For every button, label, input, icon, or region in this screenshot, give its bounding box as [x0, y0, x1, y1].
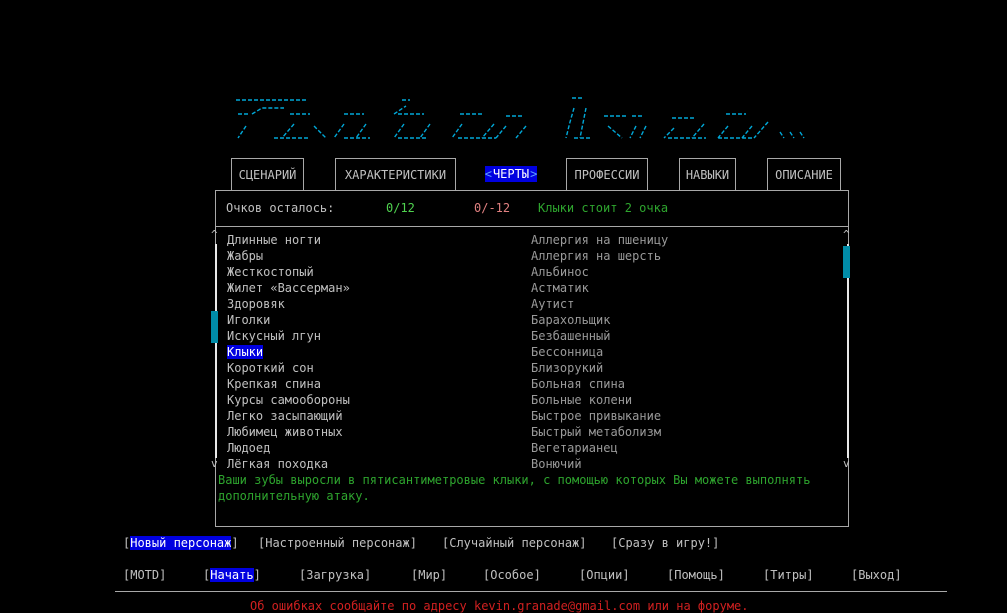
list-item[interactable]: Искусный лгун: [227, 328, 350, 344]
list-item[interactable]: Быстрый метаболизм: [531, 424, 668, 440]
left-scroll-thumb[interactable]: [211, 311, 218, 343]
menu-motd[interactable]: [MOTD]: [123, 568, 166, 582]
tab-label: ХАРАКТЕРИСТИКИ: [344, 168, 447, 182]
tab-arrow-left: <: [484, 166, 492, 182]
new-character-button[interactable]: [Новый персонаж]: [123, 536, 239, 550]
list-item[interactable]: Альбинос: [531, 264, 668, 280]
menu-divider: [115, 591, 947, 592]
trait-cost: Клыки стоит 2 очка: [538, 201, 669, 215]
tab-label: СЦЕНАРИЙ: [238, 168, 297, 182]
list-item[interactable]: Легко засыпающий: [227, 408, 350, 424]
list-item[interactable]: Жесткостопый: [227, 264, 350, 280]
menu-load[interactable]: [Загрузка]: [299, 568, 371, 582]
menu-start[interactable]: [Начать]: [203, 568, 261, 582]
list-item[interactable]: Близорукий: [531, 360, 668, 376]
list-item[interactable]: Бессонница: [531, 344, 668, 360]
list-item[interactable]: Барахольщик: [531, 312, 668, 328]
cataclysm-logo: [236, 97, 805, 139]
list-item[interactable]: Крепкая спина: [227, 376, 350, 392]
trait-description: Ваши зубы выросли в пятисантиметровые кл…: [218, 473, 811, 503]
list-item[interactable]: Любимец животных: [227, 424, 350, 440]
list-item[interactable]: Безбашенный: [531, 328, 668, 344]
list-item[interactable]: Короткий сон: [227, 360, 350, 376]
tab-description[interactable]: ОПИСАНИЕ: [767, 158, 841, 190]
list-item[interactable]: Лёгкая походка: [227, 456, 350, 472]
list-item[interactable]: Вегетарианец: [531, 440, 668, 456]
positive-points: 0/12: [386, 201, 415, 215]
menu-options[interactable]: [Опции]: [579, 568, 630, 582]
tab-traits[interactable]: <ЧЕРТЫ>: [473, 158, 549, 190]
negative-points: 0/-12: [474, 201, 511, 215]
scroll-down-icon[interactable]: v: [843, 457, 850, 470]
menu-credits[interactable]: [Титры]: [763, 568, 814, 582]
tab-label: НАВЫКИ: [685, 168, 730, 182]
menu-exit[interactable]: [Выход]: [851, 568, 902, 582]
tab-label: ОПИСАНИЕ: [775, 168, 833, 182]
tab-label: ПРОФЕССИИ: [574, 168, 640, 182]
random-character-button[interactable]: [Случайный персонаж]: [442, 536, 587, 550]
list-item[interactable]: Иголки: [227, 312, 350, 328]
points-row: Очков осталось: 0/12 0/-12 Клыки стоит 2…: [216, 191, 848, 227]
tab-professions[interactable]: ПРОФЕССИИ: [566, 158, 648, 190]
list-item[interactable]: Людоед: [227, 440, 350, 456]
points-label: Очков осталось:: [226, 201, 335, 215]
tab-scenario[interactable]: СЦЕНАРИЙ: [231, 158, 304, 190]
list-item[interactable]: Вонючий: [531, 456, 668, 472]
list-item-selected[interactable]: Клыки: [227, 344, 350, 360]
scroll-up-icon[interactable]: ^: [211, 228, 218, 241]
list-item[interactable]: Жилет «Вассерман»: [227, 280, 350, 296]
list-item[interactable]: Больные колени: [531, 392, 668, 408]
list-item[interactable]: Аллергия на шерсть: [531, 248, 668, 264]
list-item[interactable]: Астматик: [531, 280, 668, 296]
list-item[interactable]: Курсы самообороны: [227, 392, 350, 408]
list-item[interactable]: Быстрое привыкание: [531, 408, 668, 424]
list-item[interactable]: Аутист: [531, 296, 668, 312]
tab-skills[interactable]: НАВЫКИ: [679, 158, 736, 190]
tab-label: ЧЕРТЫ: [491, 166, 531, 182]
list-item[interactable]: Жабры: [227, 248, 350, 264]
list-item[interactable]: Больная спина: [531, 376, 668, 392]
menu-special[interactable]: [Особое]: [483, 568, 541, 582]
positive-traits-list: Длинные ногти Жабры Жесткостопый Жилет «…: [227, 232, 350, 472]
right-scroll-thumb[interactable]: [843, 246, 850, 278]
scroll-down-icon[interactable]: v: [211, 457, 218, 470]
negative-traits-list: Аллергия на пшеницу Аллергия на шерсть А…: [531, 232, 668, 472]
tab-stats[interactable]: ХАРАКТЕРИСТИКИ: [335, 158, 456, 190]
preset-character-button[interactable]: [Настроенный персонаж]: [258, 536, 417, 550]
list-item[interactable]: Длинные ногти: [227, 232, 350, 248]
left-scrollbar[interactable]: [215, 244, 217, 458]
scroll-up-icon[interactable]: ^: [843, 228, 850, 241]
bug-report-footer: Об ошибках сообщайте по адресу kevin.gra…: [250, 599, 749, 613]
tab-arrow-right: >: [530, 166, 538, 182]
menu-world[interactable]: [Мир]: [411, 568, 447, 582]
play-now-button[interactable]: [Сразу в игру!]: [611, 536, 719, 550]
list-item[interactable]: Аллергия на пшеницу: [531, 232, 668, 248]
menu-help[interactable]: [Помощь]: [667, 568, 725, 582]
list-item[interactable]: Здоровяк: [227, 296, 350, 312]
